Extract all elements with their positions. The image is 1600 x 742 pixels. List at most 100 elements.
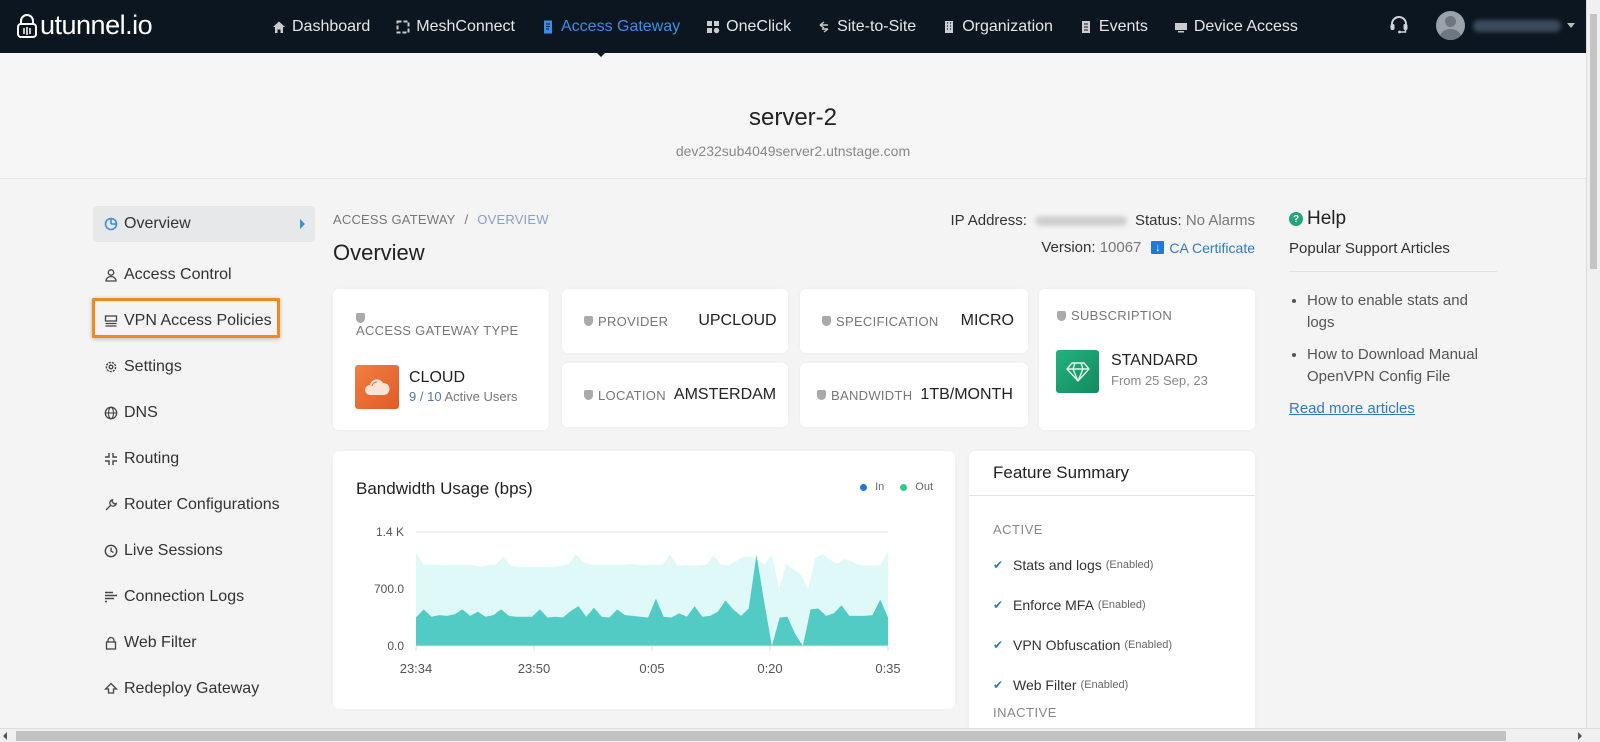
sidebar-item-router-configurations[interactable]: Router Configurations	[93, 482, 315, 528]
help-article-link[interactable]: How to Download Manual OpenVPN Config Fi…	[1307, 344, 1497, 388]
inactive-section-label: INACTIVE	[993, 705, 1057, 720]
sidebar-item-access-control[interactable]: Access Control	[93, 252, 315, 298]
mesh-icon	[396, 20, 410, 33]
feature-item: ✔ Stats and logs (Enabled)	[993, 557, 1154, 573]
gateway-icon	[544, 20, 552, 33]
status-value: No Alarms	[1185, 212, 1255, 229]
provider-value: UPCLOUD	[698, 312, 777, 329]
top-navbar: utunnel.io Dashboard MeshConnect Access …	[0, 0, 1600, 53]
sidebar-item-overview[interactable]: Overview	[93, 206, 315, 242]
sidebar-item-label: Router Configurations	[124, 496, 280, 513]
active-users: 9 / 10 Active Users	[409, 389, 518, 404]
active-feature-list: ✔ Stats and logs (Enabled) ✔ Enforce MFA (En…	[993, 545, 1255, 705]
version-value: 10067	[1099, 239, 1142, 256]
sidebar-item-routing[interactable]: Routing	[93, 436, 315, 482]
building-icon	[945, 20, 954, 33]
chart-legend: In Out	[844, 481, 933, 493]
chevron-down-icon	[1567, 23, 1575, 28]
gateway-version: Version: 10067 ↓ CA Certificate	[1041, 239, 1255, 256]
gateway-type-value: CLOUD	[409, 369, 466, 386]
subscription-value: STANDARD	[1111, 352, 1198, 369]
sidebar-item-label: Connection Logs	[124, 588, 245, 605]
scrollbar-thumb[interactable]	[16, 731, 1506, 741]
nav-access-gateway[interactable]: Access Gateway	[541, 18, 680, 36]
sidebar-item-redeploy-gateway[interactable]: Redeploy Gateway	[93, 666, 315, 712]
user-icon	[104, 268, 118, 282]
read-more-link[interactable]: Read more articles	[1289, 400, 1415, 417]
horizontal-scrollbar[interactable]	[0, 728, 1600, 742]
chart-title: Bandwidth Usage (bps)	[356, 479, 533, 498]
nav-oneclick[interactable]: OneClick	[706, 18, 791, 36]
shield-icon	[584, 316, 593, 326]
feature-summary-card: Feature Summary ACTIVE ✔ Stats and logs (E…	[969, 451, 1255, 742]
nav-meshconnect[interactable]: MeshConnect	[396, 18, 515, 36]
list-icon	[1081, 20, 1090, 33]
nav-events[interactable]: Events	[1079, 18, 1148, 36]
headset-icon	[1390, 16, 1408, 34]
main-nav: Dashboard MeshConnect Access Gateway One…	[272, 0, 1324, 53]
subscription-from: From 25 Sep, 23	[1111, 373, 1208, 388]
scroll-left-icon[interactable]	[3, 732, 7, 740]
location-card: LOCATION AMSTERDAM	[562, 363, 788, 427]
brand-name: utunnel.io	[40, 10, 153, 40]
ca-certificate-link[interactable]: CA Certificate	[1169, 240, 1255, 256]
legend-in-dot	[860, 483, 868, 491]
sidebar-item-label: Web Filter	[124, 634, 197, 651]
sidebar-item-web-filter[interactable]: Web Filter	[93, 620, 315, 666]
sidebar-item-label: VPN Access Policies	[124, 312, 272, 329]
gear-icon	[104, 360, 118, 374]
avatar	[1436, 11, 1465, 40]
x-tick-label: 0:05	[639, 661, 664, 676]
user-menu[interactable]	[1436, 11, 1575, 40]
specification-card: SPECIFICATION MICRO	[800, 289, 1028, 353]
sidebar-item-vpn-access-policies[interactable]: VPN Access Policies	[93, 298, 315, 344]
check-icon: ✔	[993, 598, 1004, 612]
sidebar-item-settings[interactable]: Settings	[93, 344, 315, 390]
bandwidth-chart-card: 0.0 700.0 1.4 K 23:34 23:50 0:05 0:20 0:35 Band…	[333, 451, 955, 709]
x-tick-label: 0:35	[875, 661, 900, 676]
breadcrumb-root[interactable]: ACCESS GATEWAY	[333, 212, 455, 227]
gateway-type-card: ACCESS GATEWAY TYPE CLOUD 9 / 10 Active …	[333, 289, 549, 430]
sidebar-item-live-sessions[interactable]: Live Sessions	[93, 528, 315, 574]
sidebar: Overview Access Control VPN Access Polic…	[93, 206, 315, 712]
nav-device-access[interactable]: Device Access	[1174, 18, 1298, 36]
wrench-icon	[104, 498, 118, 512]
legend-in[interactable]: In	[860, 481, 884, 493]
help-title: Help	[1307, 208, 1347, 229]
sidebar-item-dns[interactable]: DNS	[93, 390, 315, 436]
nav-site-to-site[interactable]: Site-to-Site	[817, 18, 916, 36]
shield-icon	[1057, 310, 1066, 321]
policy-icon	[104, 314, 118, 328]
ip-address-blurred	[1034, 215, 1127, 226]
shield-icon	[584, 390, 593, 400]
feature-item: ✔ Web Filter (Enabled)	[993, 677, 1129, 693]
subscription-card: SUBSCRIPTION STANDARD From 25 Sep, 23	[1039, 289, 1255, 430]
diamond-icon	[1056, 350, 1099, 393]
help-panel: ? Help Popular Support Articles How to en…	[1289, 208, 1497, 418]
scroll-right-icon[interactable]	[1578, 732, 1582, 740]
active-section-label: ACTIVE	[993, 522, 1043, 537]
page-title: Overview	[333, 240, 425, 265]
status-label: Status:	[1134, 212, 1182, 229]
pie-chart-icon	[104, 217, 118, 231]
vertical-scrollbar[interactable]	[1586, 0, 1600, 742]
y-tick-label: 1.4 K	[376, 525, 404, 539]
globe-icon	[104, 406, 118, 420]
legend-out-dot	[900, 483, 908, 491]
user-name-blurred	[1473, 19, 1561, 32]
help-article-link[interactable]: How to enable stats and logs	[1307, 290, 1497, 334]
scrollbar-thumb[interactable]	[1590, 14, 1597, 269]
download-icon: ↓	[1151, 241, 1165, 254]
help-subtitle: Popular Support Articles	[1289, 240, 1497, 272]
check-icon: ✔	[993, 678, 1004, 692]
nav-organization[interactable]: Organization	[942, 18, 1053, 36]
legend-out[interactable]: Out	[900, 481, 933, 493]
feature-item: ✔ Enforce MFA (Enabled)	[993, 597, 1146, 613]
x-tick-label: 0:20	[757, 661, 782, 676]
grid-icon	[707, 20, 720, 33]
support-button[interactable]	[1388, 14, 1410, 41]
sidebar-item-connection-logs[interactable]: Connection Logs	[93, 574, 315, 620]
nav-dashboard[interactable]: Dashboard	[272, 18, 370, 36]
brand-logo[interactable]: utunnel.io	[16, 10, 153, 41]
sidebar-item-label: Overview	[124, 215, 191, 232]
